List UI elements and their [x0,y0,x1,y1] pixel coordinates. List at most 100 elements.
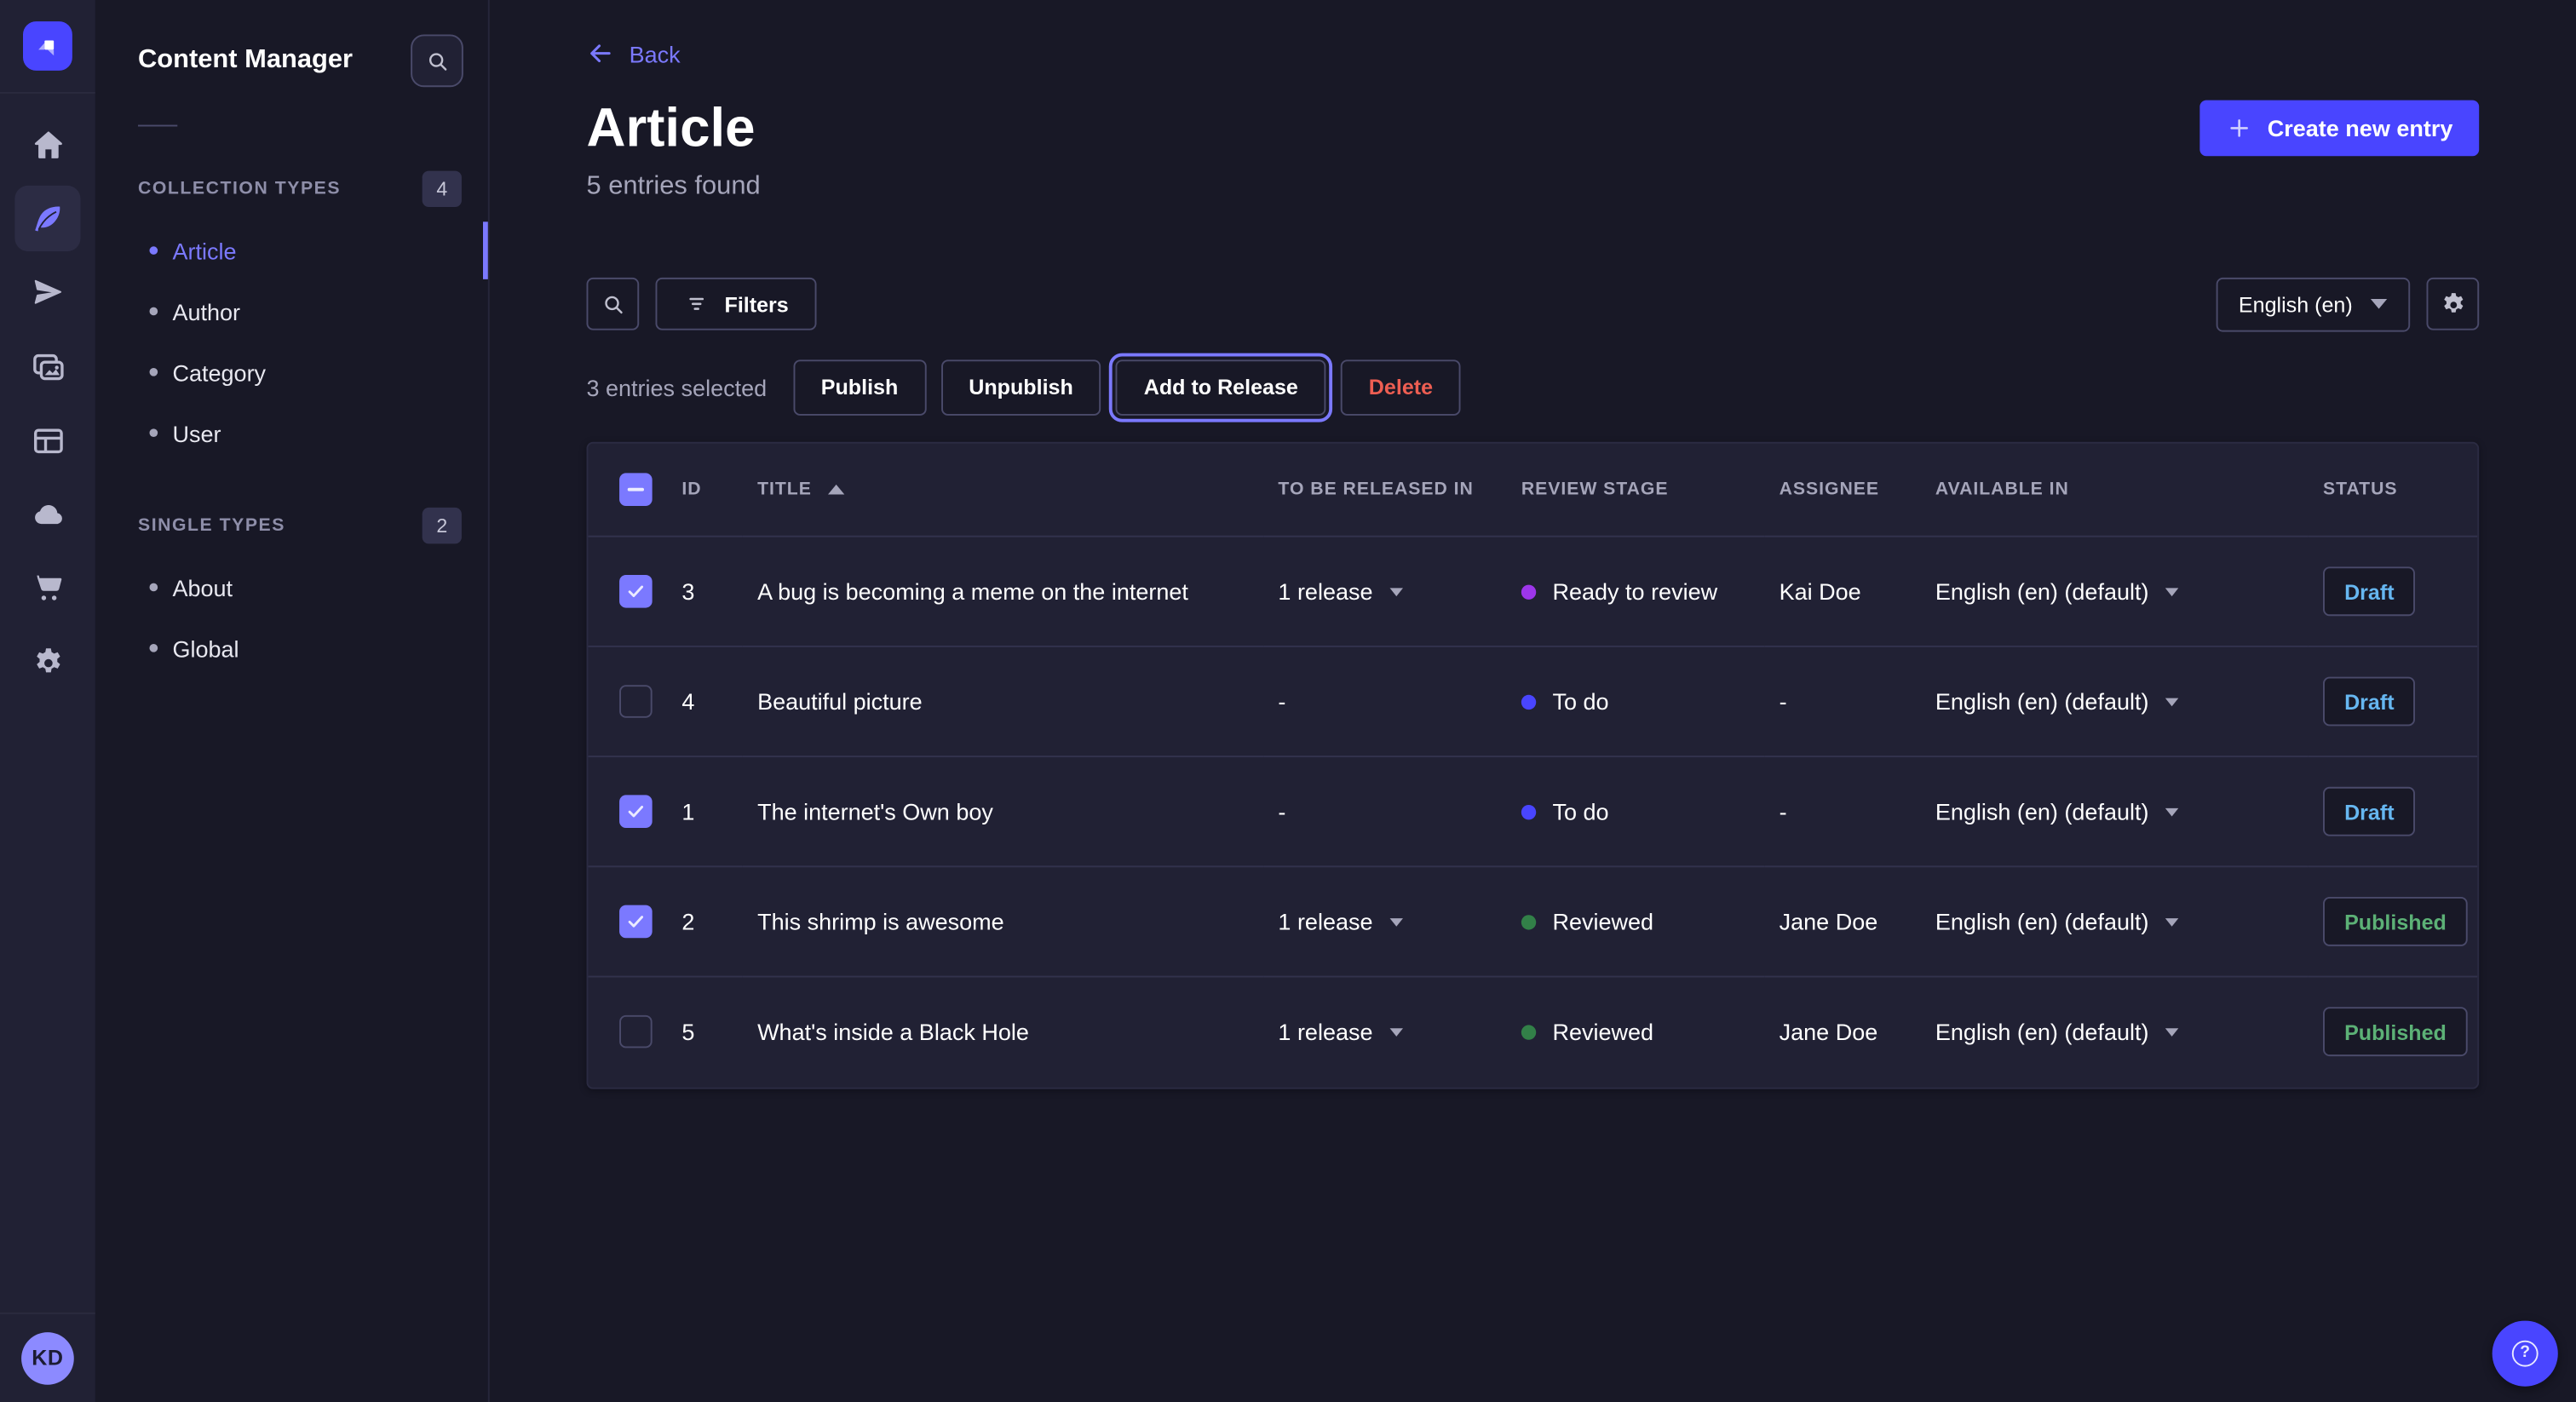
arrow-left-icon [586,39,614,67]
releases-icon[interactable] [14,260,80,325]
home-icon[interactable] [14,112,80,177]
subnav-item-author[interactable]: Author [95,281,488,342]
cell-available-in: English (en) (default) [1935,578,2149,605]
subnav-item-label: About [172,574,233,600]
subnav-item-user[interactable]: User [95,402,488,463]
row-checkbox[interactable] [619,905,653,939]
rail-icon-list [14,112,80,1312]
available-chevron-icon[interactable] [2165,807,2178,816]
subnav-item-article[interactable]: Article [95,220,488,280]
locale-value: English (en) [2239,292,2353,317]
row-checkbox[interactable] [619,1016,653,1049]
publish-button[interactable]: Publish [793,359,926,416]
filters-label: Filters [724,292,788,317]
subnav-divider [138,125,177,127]
help-button[interactable]: ? [2493,1320,2558,1386]
sort-ascending-icon[interactable] [828,485,844,495]
select-all-checkbox[interactable] [619,473,653,506]
content-manager-icon[interactable] [14,186,80,251]
add-to-release-button[interactable]: Add to Release [1116,359,1326,416]
cell-review-stage: To do [1552,799,1608,825]
collection-types-count: 4 [423,171,462,207]
row-checkbox[interactable] [619,796,653,829]
cell-assignee: Jane Doe [1764,867,1920,977]
row-checkbox[interactable] [619,575,653,608]
table-row[interactable]: 4 Beautiful picture - To do - English (e… [588,646,2477,756]
review-stage-dot [1521,694,1536,709]
strapi-logo[interactable] [23,21,72,71]
cell-available-in: English (en) (default) [1935,799,2149,825]
table-row[interactable]: 5 What's inside a Black Hole 1 release R… [588,977,2477,1087]
cell-assignee: - [1764,646,1920,756]
cell-id: 2 [667,867,743,977]
filters-button[interactable]: Filters [655,278,816,330]
single-types-label: SINGLE TYPES [138,516,285,536]
subnav-item-label: User [172,420,221,446]
bullet-icon [149,644,158,652]
main-content: Back Article 5 entries found Create new … [490,0,2576,1402]
subnav-item-category[interactable]: Category [95,342,488,402]
page-title: Article [586,101,760,158]
cell-available-in: English (en) (default) [1935,1019,2149,1045]
cell-title: The internet's Own boy [743,756,1263,866]
search-button[interactable] [586,278,639,330]
row-checkbox[interactable] [619,685,653,718]
available-chevron-icon[interactable] [2165,698,2178,706]
bullet-icon [149,428,158,437]
locale-select[interactable]: English (en) [2216,277,2410,331]
table-row[interactable]: 3 A bug is becoming a meme on the intern… [588,537,2477,646]
table-header-row: ID TITLE TO BE RELEASED IN REVIEW STAGE … [588,443,2477,537]
review-stage-dot [1521,584,1536,599]
subnav-search-button[interactable] [411,34,463,87]
media-library-icon[interactable] [14,333,80,399]
subnav-item-label: Article [172,238,236,264]
cell-title: This shrimp is awesome [743,867,1263,977]
rail-footer: KD [0,1312,95,1402]
cell-release: 1 release [1278,1019,1372,1045]
cell-title: Beautiful picture [743,646,1263,756]
search-icon [601,292,625,317]
settings-icon[interactable] [14,629,80,695]
gear-icon [2439,290,2467,319]
cell-available-in: English (en) (default) [1935,688,2149,715]
column-header-released-in: TO BE RELEASED IN [1278,480,1473,499]
cell-review-stage: Reviewed [1552,1019,1653,1045]
release-chevron-icon[interactable] [1389,588,1402,596]
cell-title: A bug is becoming a meme on the internet [743,537,1263,646]
view-settings-button[interactable] [2426,278,2479,330]
release-chevron-icon[interactable] [1389,917,1402,926]
release-chevron-icon[interactable] [1389,1028,1402,1037]
cell-id: 5 [667,977,743,1087]
entries-table-card: ID TITLE TO BE RELEASED IN REVIEW STAGE … [586,441,2479,1089]
column-header-title[interactable]: TITLE [757,480,812,499]
available-chevron-icon[interactable] [2165,917,2178,926]
subnav-title: Content Manager [138,46,353,76]
subnav-item-global[interactable]: Global [95,618,488,678]
table-row[interactable]: 2 This shrimp is awesome 1 release Revie… [588,867,2477,977]
available-chevron-icon[interactable] [2165,588,2178,596]
status-badge: Published [2323,1008,2468,1057]
unpublish-button[interactable]: Unpublish [940,359,1101,416]
content-type-builder-icon[interactable] [14,407,80,473]
column-header-id: ID [681,480,701,499]
entries-table: ID TITLE TO BE RELEASED IN REVIEW STAGE … [588,443,2477,1087]
delete-button[interactable]: Delete [1341,359,1461,416]
marketplace-icon[interactable] [14,555,80,621]
check-icon [626,802,646,821]
cell-review-stage: Ready to review [1552,578,1717,605]
cell-review-stage: Reviewed [1552,909,1653,935]
subnav-item-about[interactable]: About [95,557,488,618]
deploy-icon[interactable] [14,481,80,547]
back-link[interactable]: Back [586,39,680,67]
back-label: Back [630,40,681,66]
available-chevron-icon[interactable] [2165,1028,2178,1037]
column-header-assignee: ASSIGNEE [1780,480,1879,499]
status-badge: Draft [2323,787,2416,836]
user-avatar[interactable]: KD [21,1331,74,1384]
plus-icon [2227,115,2253,141]
selected-count-text: 3 entries selected [586,374,767,400]
create-new-entry-button[interactable]: Create new entry [2200,101,2480,157]
status-badge: Draft [2323,567,2416,617]
table-row[interactable]: 1 The internet's Own boy - To do - Engli… [588,756,2477,866]
review-stage-dot [1521,1025,1536,1039]
